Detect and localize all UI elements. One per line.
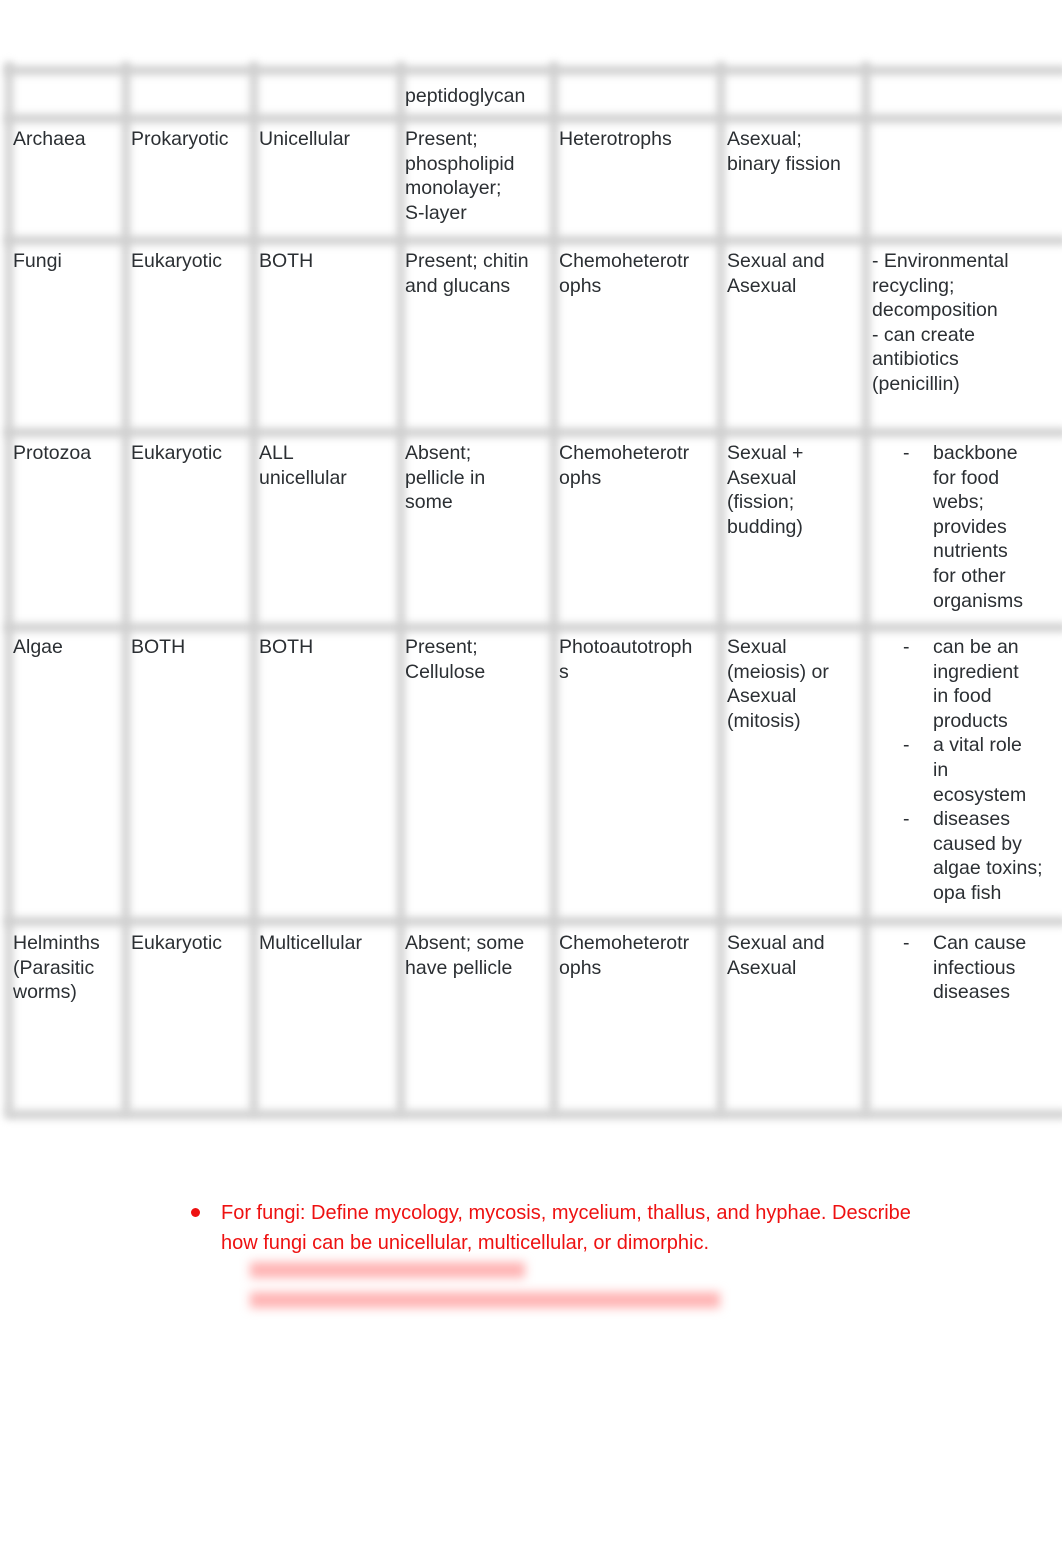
list-item: Can cause infectious diseases [933, 932, 1027, 1004]
grid-line-horizontal [5, 66, 1062, 75]
table-cell: Present; Cellulose [405, 636, 486, 683]
table-cell: Photoautotroph s [559, 636, 693, 683]
table-cell: Heterotrophs [559, 128, 672, 150]
table-cell: Present; chitin and glucans [405, 250, 529, 297]
grid-line-vertical [5, 62, 13, 1114]
table-cell: Eukaryotic [131, 442, 223, 464]
table-cell: Prokaryotic [131, 128, 229, 150]
table-cell: Eukaryotic [131, 250, 223, 272]
table-cell: Eukaryotic [131, 932, 223, 954]
table-cell: Algae [13, 636, 63, 658]
blurred-answer-line [250, 1292, 720, 1308]
table-cell: peptidoglycan [405, 85, 526, 107]
list-item: diseases caused by algae toxins; opa fis… [933, 808, 1043, 904]
grid-line-vertical [862, 62, 870, 1114]
grid-line-horizontal [5, 236, 1062, 245]
table-cell: Sexual + Asexual (fission; budding) [727, 442, 804, 538]
list-dash-marker: - [903, 442, 910, 464]
table-cell: Present; phospholipid monolayer; S-layer [405, 128, 515, 224]
table-cell: Asexual; binary fission [727, 128, 841, 175]
list-item: a vital role in ecosystem [933, 734, 1027, 806]
list-dash-marker: - [903, 636, 910, 658]
table-cell: Sexual and Asexual [727, 250, 825, 297]
table-cell: ALL unicellular [259, 442, 347, 489]
grid-line-horizontal [5, 1110, 1062, 1119]
grid-line-horizontal [5, 114, 1062, 123]
table-cell: Protozoa [13, 442, 92, 464]
table-cell: Archaea [13, 128, 86, 150]
table-cell: Helminths (Parasitic worms) [13, 932, 100, 1004]
list-dash-marker: - [903, 932, 910, 954]
grid-line-horizontal [5, 917, 1062, 926]
list-item: can be an ingredient in food products [933, 636, 1019, 732]
table-cell: Sexual (meiosis) or Asexual (mitosis) [727, 636, 829, 732]
fungi-question: For fungi: Define mycology, mycosis, myc… [221, 1202, 911, 1254]
table-cell: Absent; pellicle in some [405, 442, 486, 514]
table-cell: Fungi [13, 250, 62, 272]
table-cell: Chemoheterotr ophs [559, 250, 690, 297]
grid-line-vertical [397, 62, 405, 1114]
bullet-icon [191, 1208, 200, 1217]
table-cell: BOTH [259, 636, 314, 658]
list-dash-marker: - [903, 734, 910, 757]
grid-line-vertical [717, 62, 725, 1114]
list-item: backbone for food webs; provides nutrien… [933, 442, 1023, 612]
table-cell: Chemoheterotr ophs [559, 932, 690, 979]
table-cell: Absent; some have pellicle [405, 932, 525, 979]
table-cell: Unicellular [259, 128, 351, 150]
table-cell: BOTH [259, 250, 314, 272]
blurred-answer-line [250, 1262, 525, 1278]
table-cell: BOTH [131, 636, 186, 658]
table-cell: Sexual and Asexual [727, 932, 825, 979]
grid-line-vertical [122, 62, 130, 1114]
grid-line-horizontal [5, 623, 1062, 632]
list-dash-marker: - [903, 808, 910, 831]
table-cell: - Environmental recycling; decomposition… [872, 250, 1009, 395]
grid-line-horizontal [5, 428, 1062, 437]
table-cell: Multicellular [259, 932, 362, 954]
table-cell: Chemoheterotr ophs [559, 442, 690, 489]
grid-line-vertical [250, 62, 258, 1114]
grid-line-vertical [550, 62, 558, 1114]
